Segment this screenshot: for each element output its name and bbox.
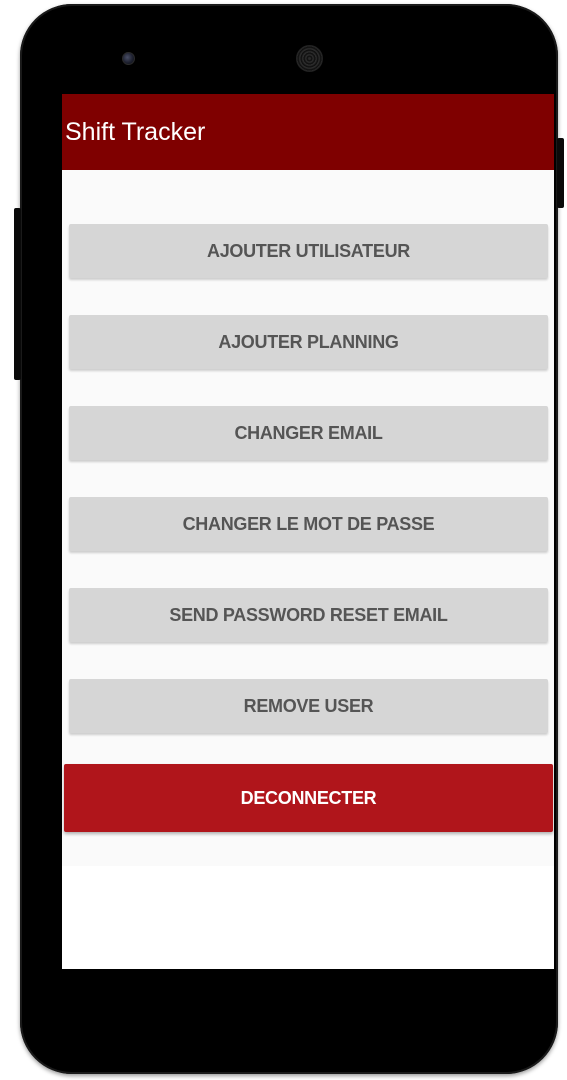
admin-menu: AJOUTER UTILISATEUR AJOUTER PLANNING CHA…	[62, 170, 554, 866]
send-password-reset-email-button[interactable]: SEND PASSWORD RESET EMAIL	[69, 588, 548, 642]
app-screen: Shift Tracker AJOUTER UTILISATEUR AJOUTE…	[62, 94, 554, 969]
front-camera-icon	[122, 52, 135, 65]
logout-button[interactable]: DECONNECTER	[64, 764, 553, 832]
volume-button	[14, 208, 21, 380]
app-bar: Shift Tracker	[62, 94, 554, 170]
remove-user-button[interactable]: REMOVE USER	[69, 679, 548, 733]
earpiece-speaker-icon	[296, 45, 323, 72]
add-planning-button[interactable]: AJOUTER PLANNING	[69, 315, 548, 369]
change-email-button[interactable]: CHANGER EMAIL	[69, 406, 548, 460]
change-password-button[interactable]: CHANGER LE MOT DE PASSE	[69, 497, 548, 551]
phone-frame: Shift Tracker AJOUTER UTILISATEUR AJOUTE…	[20, 4, 558, 1074]
add-user-button[interactable]: AJOUTER UTILISATEUR	[69, 224, 548, 278]
power-button	[557, 138, 564, 208]
app-title: Shift Tracker	[65, 118, 206, 146]
